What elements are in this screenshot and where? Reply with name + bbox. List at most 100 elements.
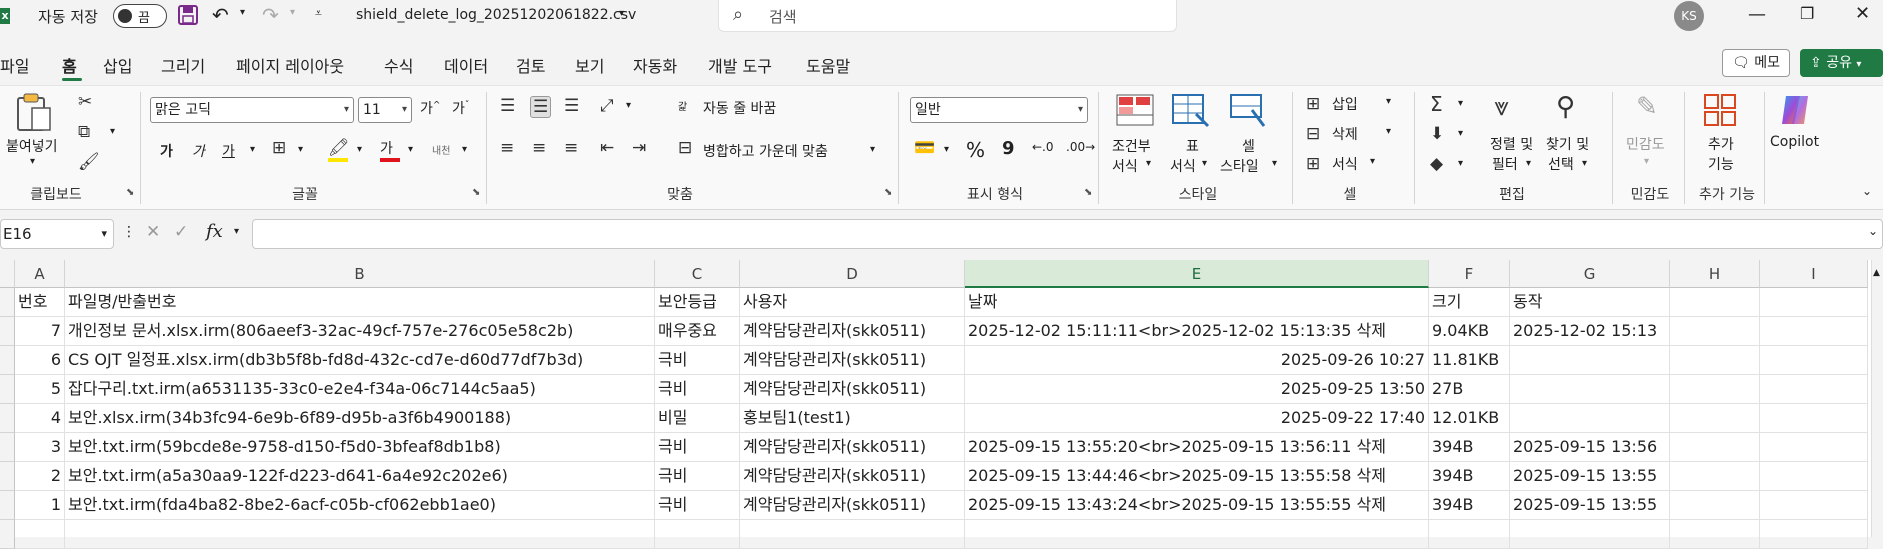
tab-formulas[interactable]: 수식: [384, 53, 413, 77]
tab-review[interactable]: 검토: [516, 53, 545, 77]
row-header[interactable]: [0, 520, 15, 549]
table-cell[interactable]: 2025-09-15 13:56: [1510, 433, 1670, 462]
table-cell[interactable]: 극비: [655, 375, 740, 404]
decrease-font-icon[interactable]: 가ˇ: [452, 98, 469, 118]
redo-icon[interactable]: ↷: [262, 3, 279, 27]
column-header-e[interactable]: E: [965, 260, 1429, 288]
empty-cell[interactable]: [15, 520, 65, 549]
table-cell[interactable]: 계약담당관리자(skk0511): [740, 375, 965, 404]
row-header[interactable]: [0, 462, 15, 491]
empty-cell[interactable]: [740, 520, 965, 549]
table-cell[interactable]: 7: [15, 317, 65, 346]
table-cell[interactable]: 2: [15, 462, 65, 491]
delete-dropdown-icon[interactable]: ▾: [1386, 126, 1391, 137]
table-cell[interactable]: 보안.txt.irm(a5a30aa9-122f-d223-d641-6a4e9…: [65, 462, 655, 491]
tab-insert[interactable]: 삽입: [103, 53, 132, 77]
share-button[interactable]: ⇪ 공유 ▾: [1800, 49, 1883, 77]
align-right-icon[interactable]: ≡: [564, 138, 578, 158]
table-cell[interactable]: 계약담당관리자(skk0511): [740, 491, 965, 520]
undo-dropdown-icon[interactable]: ▾: [240, 7, 245, 18]
delete-cells-icon[interactable]: ⊟: [1306, 124, 1320, 144]
copy-icon[interactable]: ⧉: [78, 122, 90, 142]
minimize-icon[interactable]: —: [1748, 4, 1766, 25]
align-middle-icon[interactable]: ☰: [530, 96, 552, 118]
fill-color-dropdown-icon[interactable]: ▾: [357, 144, 362, 155]
search-box[interactable]: ⌕ 검색: [718, 0, 1177, 32]
font-color-button[interactable]: 가: [380, 138, 402, 164]
avatar[interactable]: KS: [1674, 1, 1704, 31]
table-cell[interactable]: [1760, 491, 1868, 520]
column-header-d[interactable]: D: [740, 260, 965, 288]
header-cell[interactable]: 번호: [15, 288, 65, 317]
format-dropdown-icon[interactable]: ▾: [1370, 156, 1375, 167]
addins-icon[interactable]: [1704, 94, 1738, 128]
cell-styles-dropdown-icon[interactable]: ▾: [1272, 158, 1277, 169]
align-center-icon[interactable]: ≡: [532, 138, 546, 158]
row-header[interactable]: [0, 404, 15, 433]
header-cell[interactable]: 동작: [1510, 288, 1670, 317]
table-cell[interactable]: 394B: [1429, 433, 1510, 462]
paste-button[interactable]: 붙여넣기: [6, 136, 58, 156]
phonetic-dropdown-icon[interactable]: ▾: [462, 144, 467, 155]
save-icon[interactable]: [178, 5, 200, 27]
fill-dropdown-icon[interactable]: ▾: [1458, 128, 1463, 139]
find-select-icon[interactable]: ⚲: [1556, 92, 1575, 122]
redo-dropdown-icon[interactable]: ▾: [290, 7, 295, 18]
border-dropdown-icon[interactable]: ▾: [298, 144, 303, 155]
name-box[interactable]: E16 ▾: [0, 219, 114, 249]
table-cell[interactable]: 3: [15, 433, 65, 462]
table-cell[interactable]: 27B: [1429, 375, 1510, 404]
tab-data[interactable]: 데이터: [444, 53, 488, 77]
table-cell[interactable]: [1670, 346, 1760, 375]
find-select-dropdown-icon[interactable]: ▾: [1582, 158, 1587, 169]
empty-cell[interactable]: [1760, 520, 1868, 549]
conditional-format-label-2[interactable]: 서식: [1112, 156, 1138, 176]
table-cell[interactable]: CS OJT 일정표.xlsx.irm(db3b5f8b-fd8d-432c-c…: [65, 346, 655, 375]
table-cell[interactable]: [1670, 462, 1760, 491]
fill-color-icon[interactable]: 🖍: [328, 138, 350, 164]
table-cell[interactable]: 2025-09-15 13:43:24<br>2025-09-15 13:55:…: [965, 491, 1429, 520]
table-cell[interactable]: 1: [15, 491, 65, 520]
customize-toolbar-icon[interactable]: ⩡: [315, 6, 322, 21]
row-header[interactable]: [0, 491, 15, 520]
table-cell[interactable]: 계약담당관리자(skk0511): [740, 433, 965, 462]
underline-button[interactable]: 가: [222, 141, 235, 161]
autosave-toggle[interactable]: 끔: [113, 4, 167, 28]
copilot-button[interactable]: Copilot: [1770, 134, 1819, 150]
table-cell[interactable]: 보안.txt.irm(fda4ba82-8be2-6acf-c05b-cf062…: [65, 491, 655, 520]
font-color-dropdown-icon[interactable]: ▾: [408, 144, 413, 155]
table-cell[interactable]: 394B: [1429, 491, 1510, 520]
tab-automate[interactable]: 자동화: [633, 53, 677, 77]
percent-button[interactable]: %: [966, 138, 985, 162]
sensitivity-icon[interactable]: ✎: [1636, 92, 1658, 122]
memo-button[interactable]: 🗨 메모: [1722, 49, 1790, 77]
clear-icon[interactable]: ◆: [1430, 154, 1443, 174]
alignment-launcher-icon[interactable]: ⬊: [884, 187, 892, 198]
header-cell[interactable]: 파일명/반출번호: [65, 288, 655, 317]
wrap-text-button[interactable]: 자동 줄 바꿈: [703, 98, 776, 118]
close-icon[interactable]: ✕: [1855, 3, 1870, 24]
table-cell[interactable]: 비밀: [655, 404, 740, 433]
format-as-table-label-2[interactable]: 서식: [1170, 156, 1196, 176]
table-cell[interactable]: 보안.xlsx.irm(34b3fc94-6e9b-6f89-d95b-a3f6…: [65, 404, 655, 433]
format-cells-button[interactable]: 서식: [1332, 154, 1358, 174]
table-cell[interactable]: [1760, 375, 1868, 404]
comma-button[interactable]: 9: [1002, 138, 1015, 159]
bold-button[interactable]: 가: [160, 141, 173, 161]
row-header[interactable]: [0, 346, 15, 375]
underline-dropdown-icon[interactable]: ▾: [250, 144, 255, 155]
decrease-decimal-icon[interactable]: .00→: [1066, 140, 1095, 154]
empty-cell[interactable]: [1510, 520, 1670, 549]
row-header[interactable]: [0, 317, 15, 346]
autosum-icon[interactable]: Σ: [1430, 92, 1443, 116]
table-cell[interactable]: 9.04KB: [1429, 317, 1510, 346]
table-cell[interactable]: 극비: [655, 462, 740, 491]
cell-styles-label-2[interactable]: 스타일: [1220, 156, 1259, 176]
autosum-dropdown-icon[interactable]: ▾: [1458, 98, 1463, 109]
orientation-icon[interactable]: ⤢: [600, 96, 614, 116]
insert-function-icon[interactable]: fx: [206, 221, 223, 242]
orientation-dropdown-icon[interactable]: ▾: [626, 100, 631, 111]
number-format-combo[interactable]: 일반 ▾: [910, 97, 1088, 123]
paste-icon[interactable]: [14, 92, 58, 136]
formula-input[interactable]: [252, 219, 1883, 249]
